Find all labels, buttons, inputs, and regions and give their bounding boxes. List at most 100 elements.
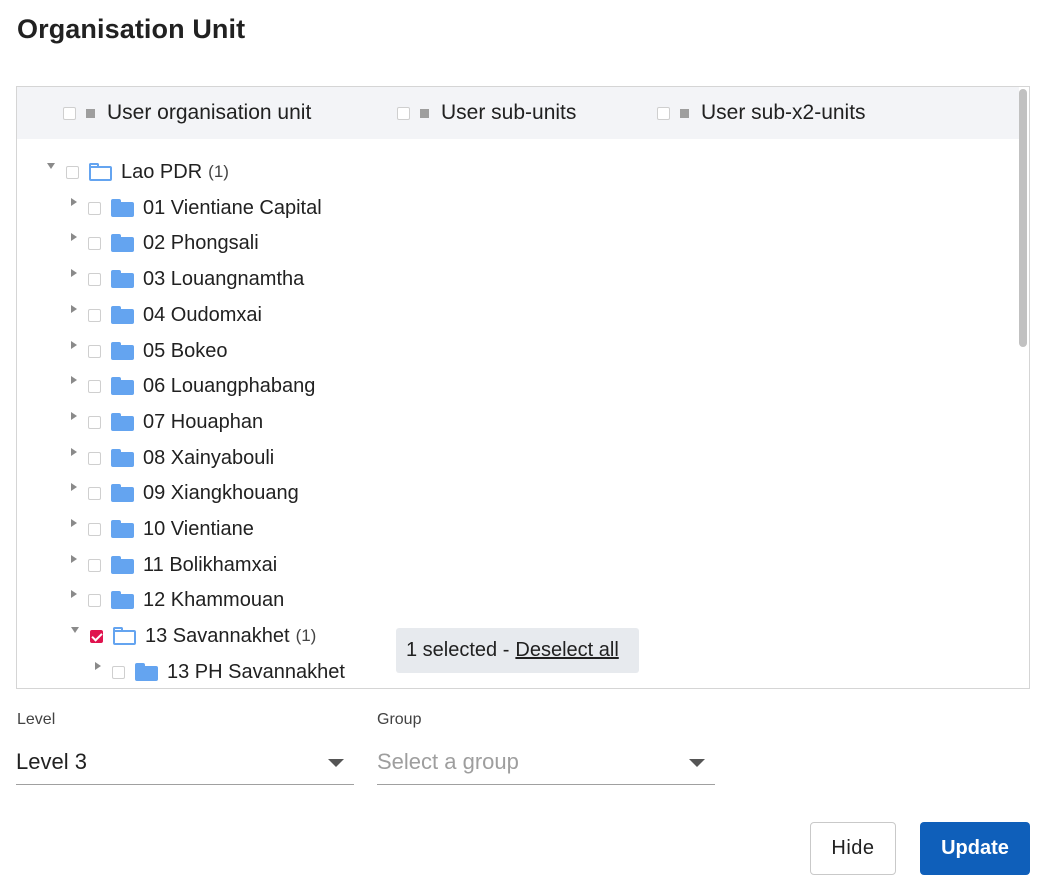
tree-node[interactable]: 03 Louangnamtha <box>71 262 304 296</box>
node-label[interactable]: 13 Savannakhet <box>145 625 290 648</box>
expand-arrow-icon[interactable] <box>71 269 77 277</box>
tree-node[interactable]: 07 Houaphan <box>71 405 263 439</box>
scrollbar-thumb[interactable] <box>1019 89 1027 347</box>
tree-node[interactable]: 02 Phongsali <box>71 226 259 260</box>
node-count: (1) <box>295 626 317 645</box>
expand-arrow-icon[interactable] <box>71 555 77 563</box>
node-checkbox[interactable] <box>88 201 101 215</box>
folder-icon <box>111 449 134 467</box>
square-icon <box>420 108 429 118</box>
node-checkbox[interactable] <box>66 165 79 179</box>
group-label: Group <box>377 711 422 728</box>
option-label: User organisation unit <box>107 101 312 124</box>
node-label[interactable]: 08 Xainyabouli <box>143 447 274 470</box>
tree-node[interactable]: 09 Xiangkhouang <box>71 476 299 510</box>
option-checkbox[interactable] <box>63 106 76 120</box>
node-label[interactable]: 10 Vientiane <box>143 518 254 541</box>
expand-arrow-icon[interactable] <box>71 483 77 491</box>
tree-node[interactable]: 01 Vientiane Capital <box>71 191 322 225</box>
tree-node[interactable]: 08 Xainyabouli <box>71 441 274 475</box>
update-button[interactable]: Update <box>920 822 1030 875</box>
node-checkbox[interactable] <box>88 379 101 393</box>
folder-icon <box>111 342 134 360</box>
node-label[interactable]: 02 Phongsali <box>143 232 259 255</box>
expand-arrow-icon[interactable] <box>95 662 101 670</box>
tree-node[interactable]: 12 Khammouan <box>71 583 284 617</box>
node-label[interactable]: 04 Oudomxai <box>143 304 262 327</box>
node-label[interactable]: 12 Khammouan <box>143 589 284 612</box>
expand-arrow-icon[interactable] <box>71 448 77 456</box>
org-unit-tree-panel: User organisation unit User sub-units Us… <box>16 86 1030 689</box>
folder-icon <box>111 234 134 252</box>
tree-node[interactable]: 11 Bolikhamxai <box>71 548 277 582</box>
node-checkbox[interactable] <box>88 236 101 250</box>
node-label[interactable]: 09 Xiangkhouang <box>143 482 299 505</box>
node-checkbox[interactable] <box>88 344 101 358</box>
option-checkbox[interactable] <box>397 106 410 120</box>
node-checkbox[interactable] <box>88 308 101 322</box>
folder-icon <box>111 484 134 502</box>
deselect-all-link[interactable]: Deselect all <box>515 639 618 662</box>
square-icon <box>86 108 95 118</box>
option-user-org-unit[interactable]: User organisation unit <box>63 87 311 139</box>
tree-node-root[interactable]: Lao PDR (1) <box>47 155 229 189</box>
node-checkbox[interactable] <box>112 665 125 679</box>
folder-icon <box>135 663 158 681</box>
collapse-arrow-icon[interactable] <box>71 627 79 633</box>
node-label[interactable]: 11 Bolikhamxai <box>143 554 277 577</box>
node-checkbox[interactable] <box>88 451 101 465</box>
node-label[interactable]: 13 PH Savannakhet <box>167 661 345 684</box>
level-value: Level 3 <box>16 749 87 774</box>
folder-icon <box>111 377 134 395</box>
caret-down-icon <box>328 759 344 767</box>
option-user-sub-units[interactable]: User sub-units <box>397 87 576 139</box>
tree-node-selected[interactable]: 13 Savannakhet (1) <box>71 619 316 653</box>
folder-icon <box>111 306 134 324</box>
expand-arrow-icon[interactable] <box>71 305 77 313</box>
expand-arrow-icon[interactable] <box>71 412 77 420</box>
level-label: Level <box>17 711 56 728</box>
node-label[interactable]: 05 Bokeo <box>143 340 228 363</box>
folder-open-icon <box>89 163 112 181</box>
node-checkbox[interactable] <box>88 415 101 429</box>
expand-arrow-icon[interactable] <box>71 341 77 349</box>
expand-arrow-icon[interactable] <box>71 198 77 206</box>
tree-node[interactable]: 13 PH Savannakhet <box>95 655 345 688</box>
group-select[interactable]: Select a group <box>377 740 715 785</box>
node-checkbox[interactable] <box>88 522 101 536</box>
tree-node[interactable]: 06 Louangphabang <box>71 369 315 403</box>
tree-node[interactable]: 10 Vientiane <box>71 512 254 546</box>
caret-down-icon <box>689 759 705 767</box>
node-label[interactable]: 03 Louangnamtha <box>143 268 304 291</box>
expand-arrow-icon[interactable] <box>71 376 77 384</box>
option-label: User sub-x2-units <box>701 101 866 124</box>
node-checkbox[interactable] <box>88 486 101 500</box>
option-checkbox[interactable] <box>657 106 670 120</box>
node-checkbox[interactable] <box>88 558 101 572</box>
square-icon <box>680 108 689 118</box>
node-label[interactable]: Lao PDR <box>121 161 202 184</box>
hide-button[interactable]: Hide <box>810 822 896 875</box>
node-checkbox[interactable] <box>88 272 101 286</box>
folder-icon <box>111 270 134 288</box>
folder-icon <box>111 556 134 574</box>
expand-arrow-icon[interactable] <box>71 233 77 241</box>
folder-icon <box>111 591 134 609</box>
option-label: User sub-units <box>441 101 577 124</box>
folder-icon <box>111 413 134 431</box>
node-label[interactable]: 07 Houaphan <box>143 411 263 434</box>
folder-icon <box>111 520 134 538</box>
tree-node[interactable]: 04 Oudomxai <box>71 298 262 332</box>
node-checkbox-checked[interactable] <box>90 629 103 643</box>
node-label[interactable]: 06 Louangphabang <box>143 375 315 398</box>
group-placeholder: Select a group <box>377 749 519 774</box>
node-checkbox[interactable] <box>88 593 101 607</box>
tree-node[interactable]: 05 Bokeo <box>71 334 228 368</box>
node-label[interactable]: 01 Vientiane Capital <box>143 197 322 220</box>
expand-arrow-icon[interactable] <box>71 519 77 527</box>
collapse-arrow-icon[interactable] <box>47 163 55 169</box>
option-user-sub-x2-units[interactable]: User sub-x2-units <box>657 87 866 139</box>
level-select[interactable]: Level 3 <box>16 740 354 785</box>
expand-arrow-icon[interactable] <box>71 590 77 598</box>
user-unit-options: User organisation unit User sub-units Us… <box>17 87 1019 139</box>
